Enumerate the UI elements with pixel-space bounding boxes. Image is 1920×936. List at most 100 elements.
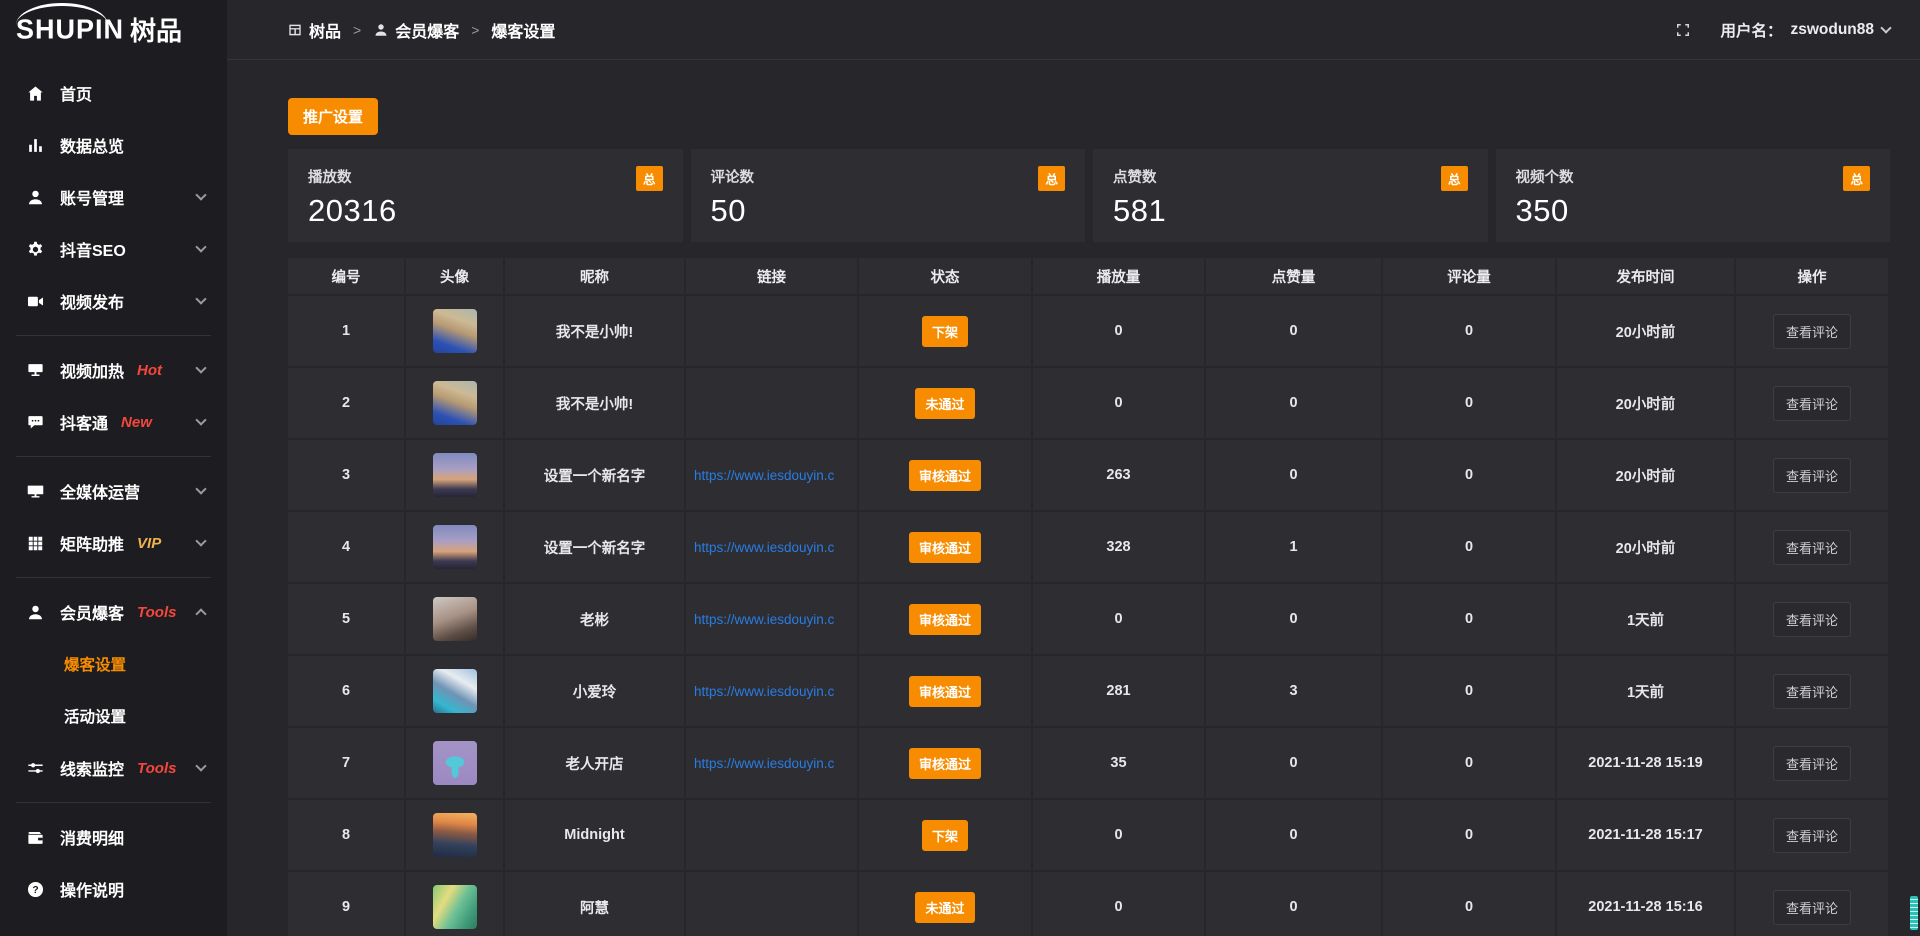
plays-cell: 263	[1033, 440, 1204, 510]
sidebar-subitem-baoke-settings[interactable]: 爆客设置	[0, 638, 227, 690]
sidebar-item-clue-monitor[interactable]: 线索监控Tools	[0, 742, 227, 794]
column-header: 链接	[686, 258, 857, 294]
member-icon	[26, 603, 45, 622]
nickname-cell: 我不是小帅!	[505, 368, 684, 438]
nickname-cell: 老人开店	[505, 728, 684, 798]
floating-widget[interactable]	[1910, 896, 1918, 930]
sidebar-item-consume-detail[interactable]: 消费明细	[0, 811, 227, 863]
sidebar-item-operation-help[interactable]: ?操作说明	[0, 863, 227, 915]
action-cell: 查看评论	[1736, 296, 1888, 366]
sidebar-item-label: 抖客通	[60, 410, 108, 434]
sidebar-divider	[16, 456, 211, 457]
status-badge: 下架	[922, 820, 968, 851]
avatar-cell	[406, 800, 503, 870]
view-comments-button[interactable]: 查看评论	[1773, 818, 1851, 853]
view-comments-button[interactable]: 查看评论	[1773, 314, 1851, 349]
column-header: 头像	[406, 258, 503, 294]
avatar-cell	[406, 368, 503, 438]
view-comments-button[interactable]: 查看评论	[1773, 602, 1851, 637]
sidebar-item-matrix-boost[interactable]: 矩阵助推VIP	[0, 517, 227, 569]
sidebar-item-account-manage[interactable]: 账号管理	[0, 171, 227, 223]
username-label: 用户名：	[1720, 19, 1782, 41]
user-menu[interactable]: 用户名： zswodun88	[1720, 19, 1890, 41]
promo-settings-button[interactable]: 推广设置	[288, 98, 378, 135]
fullscreen-icon[interactable]	[1674, 21, 1692, 39]
stat-card-value: 50	[711, 193, 1066, 229]
view-comments-button[interactable]: 查看评论	[1773, 890, 1851, 925]
avatar	[433, 525, 477, 569]
view-comments-button[interactable]: 查看评论	[1773, 530, 1851, 565]
stat-card: 播放数总20316	[288, 149, 683, 242]
view-comments-button[interactable]: 查看评论	[1773, 746, 1851, 781]
video-link[interactable]: https://www.iesdouyin.c	[694, 684, 834, 699]
plays-cell: 281	[1033, 656, 1204, 726]
comments-cell: 0	[1383, 800, 1555, 870]
stat-card-value: 20316	[308, 193, 663, 229]
comments-cell: 0	[1383, 368, 1555, 438]
chevron-down-icon	[195, 362, 206, 373]
stat-card-label: 视频个数	[1516, 166, 1871, 187]
sidebar-item-media-operation[interactable]: 全媒体运营	[0, 465, 227, 517]
sidebar-item-video-heat[interactable]: 视频加热Hot	[0, 344, 227, 396]
video-link[interactable]: https://www.iesdouyin.c	[694, 612, 834, 627]
video-icon	[26, 292, 45, 311]
view-comments-button[interactable]: 查看评论	[1773, 386, 1851, 421]
nickname-cell: 我不是小帅!	[505, 296, 684, 366]
link-cell: https://www.iesdouyin.c	[686, 440, 857, 510]
row-number-cell: 2	[288, 368, 404, 438]
stat-cards: 播放数总20316评论数总50点赞数总581视频个数总350	[288, 149, 1890, 242]
action-cell: 查看评论	[1736, 800, 1888, 870]
chevron-down-icon	[195, 535, 206, 546]
avatar-cell	[406, 296, 503, 366]
monitor-icon	[26, 482, 45, 501]
total-badge: 总	[1441, 166, 1468, 191]
breadcrumb-label: 树品	[309, 18, 341, 42]
likes-cell: 0	[1206, 296, 1381, 366]
column-header: 编号	[288, 258, 404, 294]
row-number-cell: 1	[288, 296, 404, 366]
time-cell: 20小时前	[1557, 440, 1734, 510]
content: 推广设置 播放数总20316评论数总50点赞数总581视频个数总350 编号头像…	[227, 61, 1920, 936]
video-link[interactable]: https://www.iesdouyin.c	[694, 540, 834, 555]
likes-cell: 0	[1206, 368, 1381, 438]
comments-cell: 0	[1383, 584, 1555, 654]
link-cell	[686, 872, 857, 936]
breadcrumb-item-shupin[interactable]: 树品	[287, 18, 341, 42]
likes-cell: 3	[1206, 656, 1381, 726]
sidebar-item-douyin-seo[interactable]: 抖音SEO	[0, 223, 227, 275]
topbar: 树品 > 会员爆客 > 爆客设置 用户名： zswodun88	[227, 0, 1920, 60]
logo-text-en: SHUPIN	[16, 13, 124, 45]
action-cell: 查看评论	[1736, 656, 1888, 726]
status-badge: 审核通过	[909, 676, 981, 707]
breadcrumb-label: 会员爆客	[395, 18, 459, 42]
sidebar-item-label: 首页	[60, 81, 92, 105]
video-link[interactable]: https://www.iesdouyin.c	[694, 468, 834, 483]
sidebar-item-home[interactable]: 首页	[0, 67, 227, 119]
status-cell: 审核通过	[859, 728, 1031, 798]
sidebar-nav: 首页数据总览账号管理抖音SEO 视频发布视频加热Hot抖客通New 全媒体运营矩阵助…	[0, 59, 227, 915]
status-cell: 下架	[859, 800, 1031, 870]
video-link[interactable]: https://www.iesdouyin.c	[694, 756, 834, 771]
plays-cell: 0	[1033, 296, 1204, 366]
breadcrumb-separator: >	[353, 22, 361, 38]
view-comments-button[interactable]: 查看评论	[1773, 674, 1851, 709]
sidebar-item-member-baoke[interactable]: 会员爆客Tools	[0, 586, 227, 638]
avatar	[433, 597, 477, 641]
sidebar-item-video-publish[interactable]: 视频发布	[0, 275, 227, 327]
sidebar-subitem-activity-settings[interactable]: 活动设置	[0, 690, 227, 742]
link-cell: https://www.iesdouyin.c	[686, 728, 857, 798]
nickname-cell: 设置一个新名字	[505, 440, 684, 510]
view-comments-button[interactable]: 查看评论	[1773, 458, 1851, 493]
nickname-cell: 阿慧	[505, 872, 684, 936]
app-logo[interactable]: SHUPIN 树品	[0, 0, 227, 59]
time-cell: 1天前	[1557, 584, 1734, 654]
column-header: 评论量	[1383, 258, 1555, 294]
sidebar-item-label: 抖音SEO	[60, 237, 126, 261]
avatar-cell	[406, 728, 503, 798]
sidebar-item-data-overview[interactable]: 数据总览	[0, 119, 227, 171]
plays-cell: 0	[1033, 872, 1204, 936]
sidebar-item-douketong[interactable]: 抖客通New	[0, 396, 227, 448]
comments-cell: 0	[1383, 656, 1555, 726]
column-header: 操作	[1736, 258, 1888, 294]
breadcrumb-item-member-baoke[interactable]: 会员爆客	[373, 18, 459, 42]
